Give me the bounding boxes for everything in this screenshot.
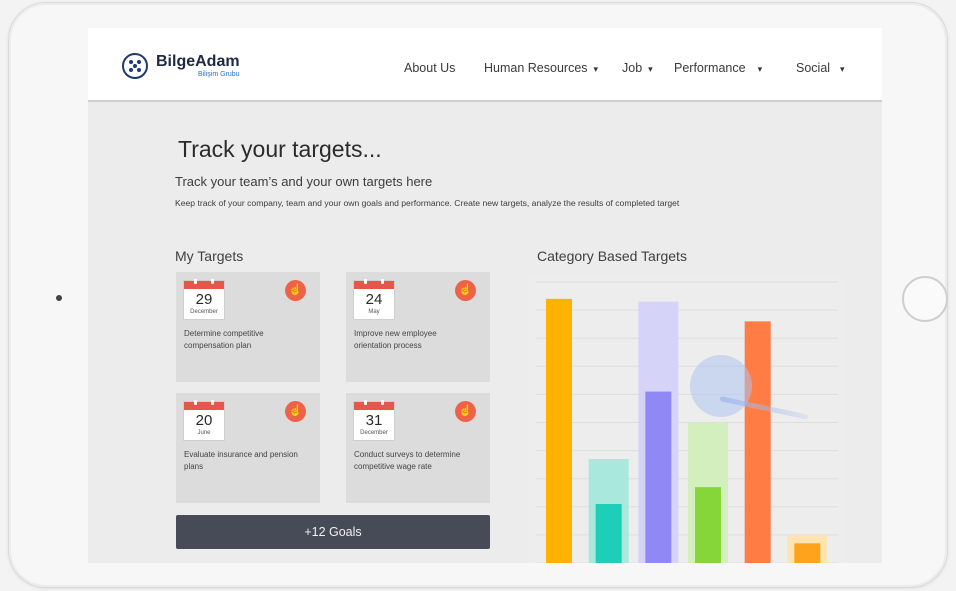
target-card[interactable]: 31 December ☝ Conduct surveys to determi… (346, 393, 490, 503)
card-text: Improve new employee orientation process (354, 329, 437, 350)
brand-logo[interactable]: BilgeAdam Bilişim Grubu (122, 53, 240, 79)
card-text: Evaluate insurance and pension plans (184, 450, 298, 471)
card-month: December (360, 430, 388, 436)
chart-bar (645, 391, 672, 563)
hand-pointer-icon[interactable]: ☝ (455, 280, 476, 301)
card-text: Determine competitive compensation plan (184, 329, 264, 350)
glare-overlay (690, 355, 752, 417)
target-card[interactable]: 29 December ☝ Determine competitive comp… (176, 272, 320, 382)
chevron-down-icon: ▾ (648, 64, 653, 74)
logo-icon (122, 53, 148, 79)
camera-dot (56, 295, 62, 301)
chart-bar (794, 543, 821, 563)
hand-pointer-icon[interactable]: ☝ (455, 401, 476, 422)
chart-bar (595, 503, 622, 563)
calendar-icon: 29 December (183, 279, 225, 320)
chevron-down-icon: ▾ (593, 64, 599, 74)
nav-about-us[interactable]: About Us (404, 61, 455, 75)
calendar-icon: 24 May (353, 279, 395, 320)
page-description: Keep track of your company, team and you… (175, 198, 680, 208)
nav-human-resources[interactable]: Human Resources ▾ (484, 61, 598, 75)
calendar-icon: 31 December (353, 400, 395, 441)
more-goals-button[interactable]: +12 Goals (176, 515, 490, 549)
card-day: 24 (365, 291, 383, 308)
brand-subtitle: Bilişim Grubu (197, 70, 240, 78)
category-targets-title: Category Based Targets (537, 248, 687, 264)
home-button[interactable] (902, 276, 948, 322)
target-card[interactable]: 20 June ☝ Evaluate insurance and pension… (176, 393, 320, 503)
card-day: 20 (195, 412, 213, 429)
page-title: Track your targets... (178, 136, 382, 162)
chevron-down-icon: ▾ (757, 64, 763, 74)
nav-performance[interactable]: Performance ▾ (674, 61, 762, 75)
chart-bar (744, 321, 771, 563)
category-bar-chart (536, 281, 838, 563)
brand-name: BilgeAdam (156, 52, 240, 70)
chevron-down-icon: ▾ (840, 64, 845, 74)
target-card[interactable]: 24 May ☝ Improve new employee orientatio… (346, 272, 490, 382)
card-month: June (197, 430, 211, 436)
card-month: December (190, 309, 218, 315)
chart-bar (695, 487, 721, 563)
card-day: 31 (365, 412, 383, 429)
my-targets-title: My Targets (175, 248, 244, 264)
hand-pointer-icon[interactable]: ☝ (285, 401, 306, 422)
hand-pointer-icon[interactable]: ☝ (285, 280, 306, 301)
calendar-icon: 20 June (183, 400, 225, 441)
card-text: Conduct surveys to determine competitive… (354, 450, 461, 471)
page-subtitle: Track your team’s and your own targets h… (175, 174, 433, 189)
top-navbar: BilgeAdam Bilişim Grubu About Us Human R… (88, 28, 882, 102)
app-screen: BilgeAdam Bilişim Grubu About Us Human R… (88, 28, 882, 563)
card-month: May (368, 309, 380, 315)
category-chart-panel (528, 278, 846, 563)
chart-bar (546, 298, 572, 563)
nav-social[interactable]: Social ▾ (796, 61, 845, 75)
card-day: 29 (195, 291, 213, 308)
nav-job[interactable]: Job ▾ (622, 61, 653, 75)
